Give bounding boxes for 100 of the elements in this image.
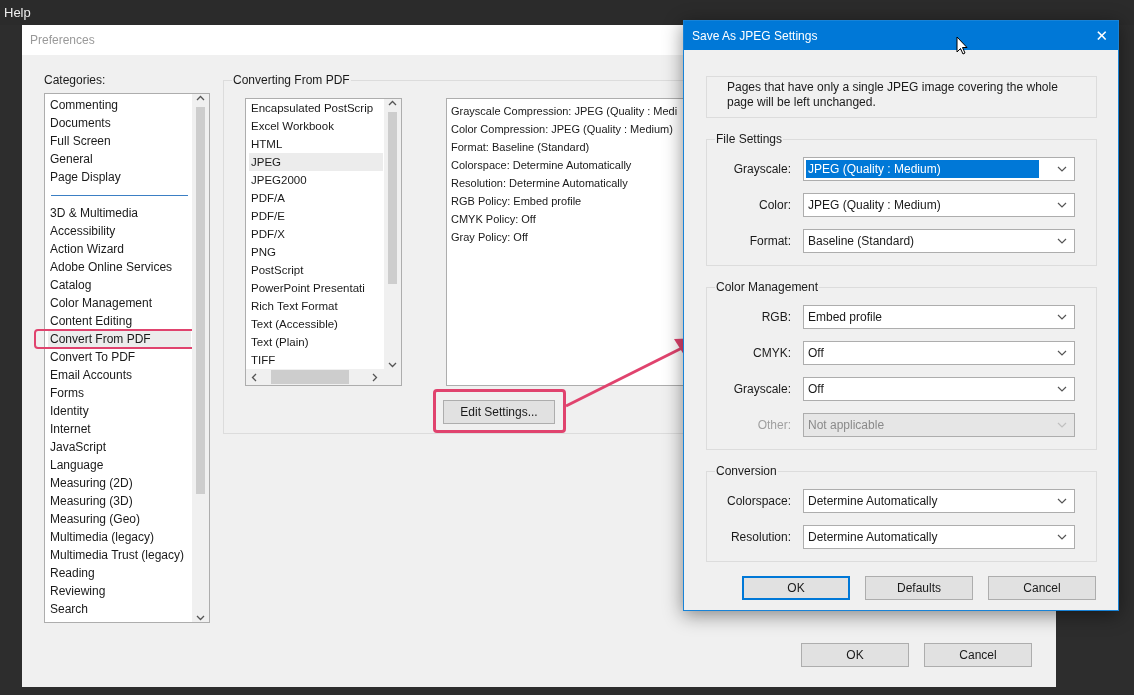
format-item[interactable]: Rich Text Format <box>249 297 383 315</box>
category-item[interactable]: Measuring (Geo) <box>48 510 191 528</box>
category-item[interactable]: Reading <box>48 564 191 582</box>
format-item[interactable]: HTML <box>249 135 383 153</box>
field-label: Resolution: <box>729 530 791 544</box>
format-item[interactable]: JPEG2000 <box>249 171 383 189</box>
category-item[interactable]: Search <box>48 600 191 618</box>
chevron-down-icon <box>1057 534 1067 540</box>
category-item[interactable]: Internet <box>48 420 191 438</box>
category-item[interactable]: Measuring (2D) <box>48 474 191 492</box>
dropdown[interactable]: JPEG (Quality : Medium) <box>803 157 1075 181</box>
category-item[interactable]: Action Wizard <box>48 240 191 258</box>
category-item[interactable]: Catalog <box>48 276 191 294</box>
format-item[interactable]: PDF/E <box>249 207 383 225</box>
format-item[interactable]: PDF/A <box>249 189 383 207</box>
dialog-title: Save As JPEG Settings <box>692 28 818 43</box>
category-item[interactable]: Language <box>48 456 191 474</box>
scroll-up-icon[interactable] <box>388 99 397 108</box>
scroll-down-icon[interactable] <box>196 613 205 622</box>
summary-line: RGB Policy: Embed profile <box>451 194 582 209</box>
category-item[interactable]: Convert To PDF <box>48 348 191 366</box>
scroll-up-icon[interactable] <box>196 94 205 103</box>
format-item[interactable]: PNG <box>249 243 383 261</box>
scroll-down-icon[interactable] <box>388 360 397 369</box>
category-item[interactable]: Measuring (3D) <box>48 492 191 510</box>
category-item[interactable]: Accessibility <box>48 222 191 240</box>
category-item[interactable]: Documents <box>48 114 191 132</box>
category-item[interactable]: Multimedia Trust (legacy) <box>48 546 191 564</box>
category-item[interactable]: Color Management <box>48 294 191 312</box>
category-item[interactable]: Multimedia (legacy) <box>48 528 191 546</box>
dialog-button[interactable]: OK <box>801 643 909 667</box>
dropdown[interactable]: Determine Automatically <box>803 525 1075 549</box>
field-label: Other: <box>756 418 791 432</box>
scrollbar[interactable] <box>192 94 209 622</box>
chevron-down-icon <box>1057 314 1067 320</box>
scroll-right-icon[interactable] <box>370 372 379 382</box>
dropdown[interactable]: Off <box>803 341 1075 365</box>
horizontal-scrollbar[interactable] <box>246 369 401 385</box>
field-label: RGB: <box>760 310 791 324</box>
chevron-down-icon <box>1057 166 1067 172</box>
dropdown[interactable]: JPEG (Quality : Medium) <box>803 193 1075 217</box>
field-label: CMYK: <box>752 346 791 360</box>
summary-line: Grayscale Compression: JPEG (Quality : Medi <box>451 104 678 119</box>
chevron-down-icon <box>1057 422 1067 428</box>
category-item[interactable]: Commenting <box>48 96 191 114</box>
chevron-down-icon <box>1057 350 1067 356</box>
category-item[interactable]: Reviewing <box>48 582 191 600</box>
group-title: Conversion <box>715 464 778 478</box>
categories-label: Categories: <box>44 73 107 87</box>
category-item[interactable]: Forms <box>48 384 191 402</box>
dropdown[interactable]: Determine Automatically <box>803 489 1075 513</box>
scroll-thumb[interactable] <box>388 112 397 284</box>
dialog-button[interactable]: OK <box>742 576 850 600</box>
category-item[interactable]: 3D & Multimedia <box>48 204 191 222</box>
scroll-thumb[interactable] <box>196 107 205 494</box>
format-item[interactable]: TIFF <box>249 351 383 369</box>
category-item[interactable]: General <box>48 150 191 168</box>
format-item[interactable]: JPEG <box>249 153 383 171</box>
scrollbar[interactable] <box>384 99 401 369</box>
field-label: Grayscale: <box>732 382 791 396</box>
scroll-left-icon[interactable] <box>250 372 259 382</box>
field-label: Grayscale: <box>732 162 791 176</box>
category-item[interactable]: Adobe Online Services <box>48 258 191 276</box>
close-button[interactable]: ✕ <box>1093 26 1110 45</box>
field-label: Format: <box>748 234 791 248</box>
format-item[interactable]: PostScript <box>249 261 383 279</box>
chevron-down-icon <box>1057 238 1067 244</box>
dropdown[interactable]: Embed profile <box>803 305 1075 329</box>
window-title: Preferences <box>30 33 95 47</box>
summary-line: Gray Policy: Off <box>451 230 528 245</box>
dialog-button[interactable]: Cancel <box>988 576 1096 600</box>
dropdown[interactable]: Off <box>803 377 1075 401</box>
group-title: Converting From PDF <box>232 73 351 87</box>
summary-line: Colorspace: Determine Automatically <box>451 158 632 173</box>
scroll-thumb[interactable] <box>271 370 349 384</box>
menu-item[interactable]: Help <box>4 5 31 20</box>
category-item[interactable]: Full Screen <box>48 132 191 150</box>
category-item[interactable]: Identity <box>48 402 191 420</box>
format-item[interactable]: Encapsulated PostScrip <box>249 99 383 117</box>
summary-line: Color Compression: JPEG (Quality : Medium) <box>451 122 673 137</box>
dialog-button[interactable]: Cancel <box>924 643 1032 667</box>
chevron-down-icon <box>1057 202 1067 208</box>
group-title: File Settings <box>715 132 784 146</box>
summary-line: CMYK Policy: Off <box>451 212 536 227</box>
chevron-down-icon <box>1057 386 1067 392</box>
category-item[interactable]: Email Accounts <box>48 366 191 384</box>
category-item[interactable]: Page Display <box>48 168 191 186</box>
format-item[interactable]: Text (Accessible) <box>249 315 383 333</box>
format-item[interactable]: Excel Workbook <box>249 117 383 135</box>
dialog-button[interactable]: Defaults <box>865 576 973 600</box>
group-title: Color Management <box>715 280 820 294</box>
info-note: Pages that have only a single JPEG image covering the whole page will be left unchanged. <box>706 76 1097 118</box>
format-item[interactable]: PowerPoint Presentati <box>249 279 383 297</box>
dropdown[interactable]: Baseline (Standard) <box>803 229 1075 253</box>
summary-line: Format: Baseline (Standard) <box>451 140 590 155</box>
edit-settings-button[interactable]: Edit Settings... <box>443 400 555 424</box>
category-item[interactable]: JavaScript <box>48 438 191 456</box>
format-item[interactable]: PDF/X <box>249 225 383 243</box>
format-item[interactable]: Text (Plain) <box>249 333 383 351</box>
category-item[interactable]: Content Editing <box>48 312 191 330</box>
